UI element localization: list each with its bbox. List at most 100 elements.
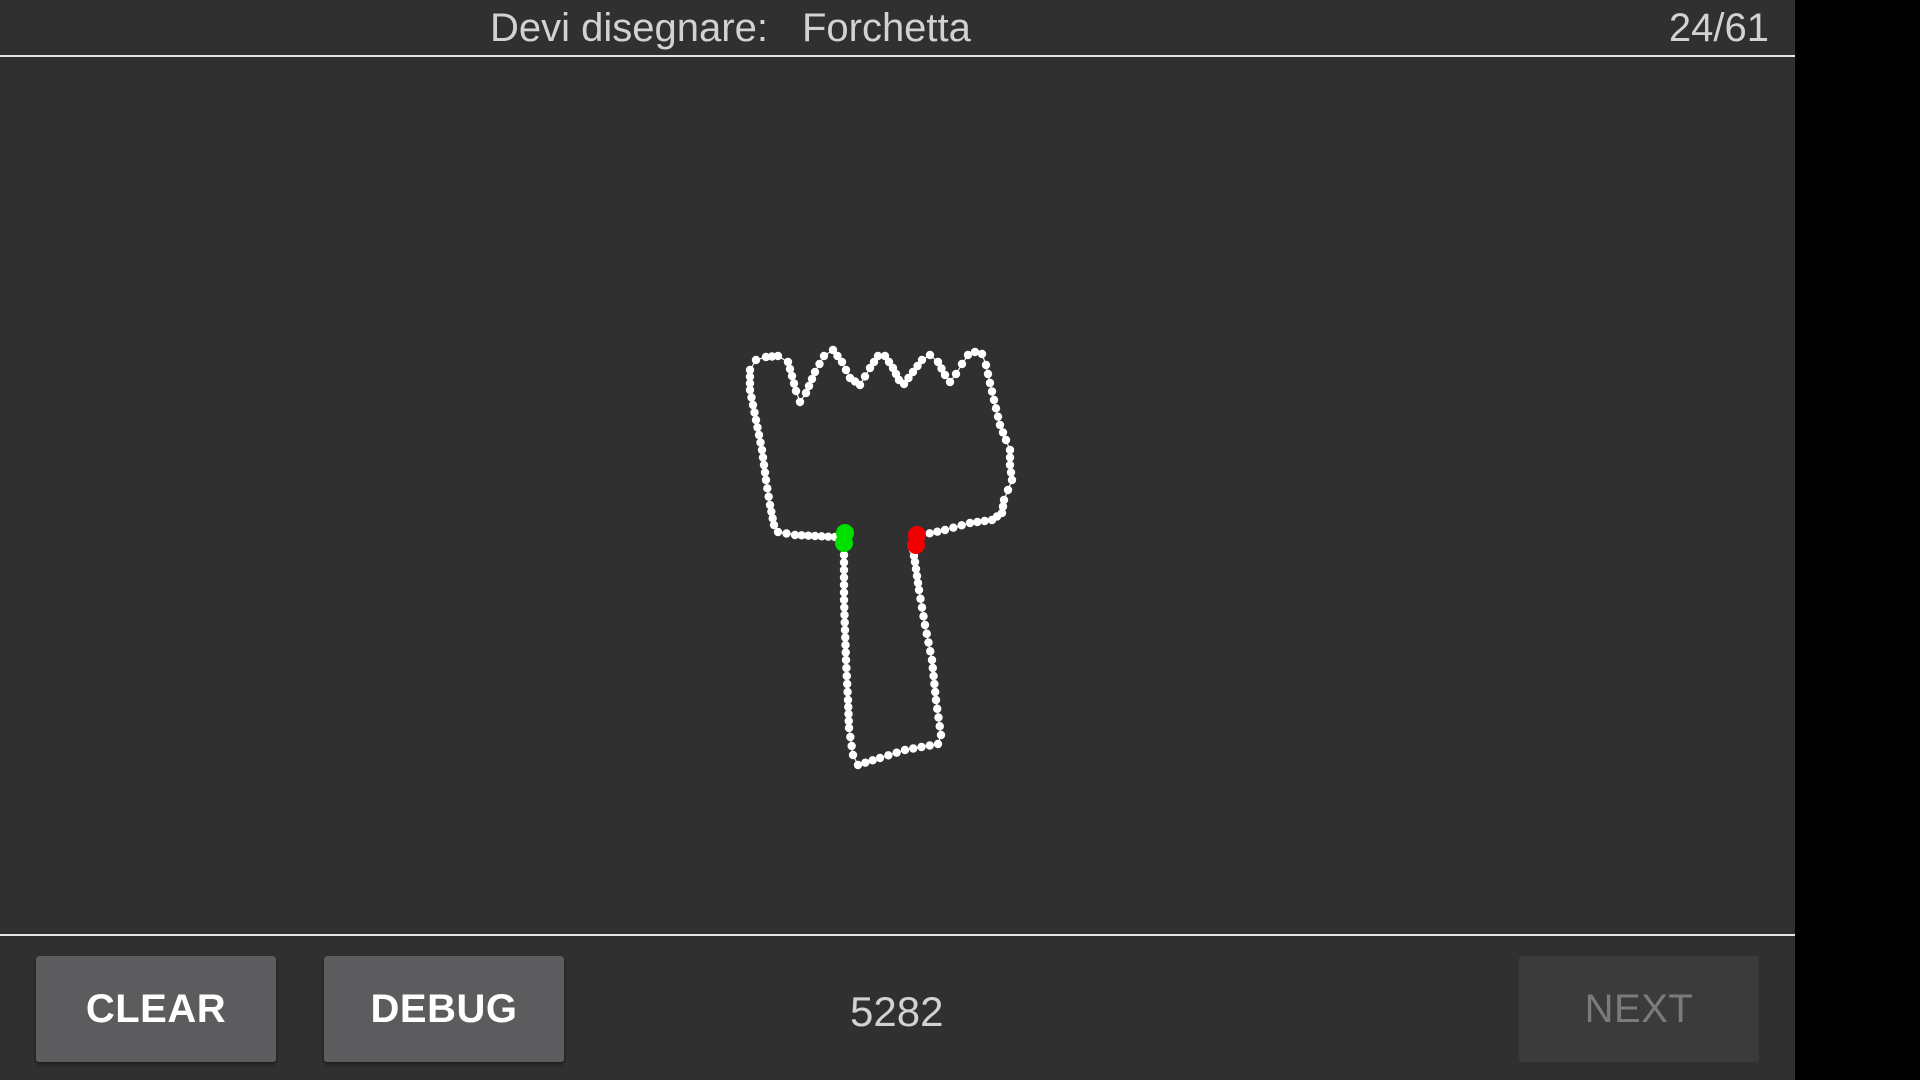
stroke-point xyxy=(841,655,851,665)
clear-button[interactable]: CLEAR xyxy=(36,956,276,1062)
stroke-point xyxy=(758,453,768,462)
stroke-point xyxy=(924,638,933,647)
stroke-point xyxy=(925,529,934,538)
drawing-surface[interactable] xyxy=(0,57,1795,934)
stroke-point xyxy=(926,647,935,656)
stroke-point xyxy=(840,618,849,627)
stroke-point xyxy=(841,365,851,375)
app-window: Devi disegnare: Forchetta 24/61 CLEAR DEB… xyxy=(0,0,1795,1080)
stroke-point xyxy=(995,420,1005,430)
stroke-point xyxy=(931,687,940,697)
stroke-point xyxy=(917,603,927,612)
stroke-point xyxy=(842,671,851,681)
stroke-point xyxy=(791,386,801,396)
stroke-point xyxy=(933,739,943,749)
stroke-point xyxy=(745,385,755,395)
stroke-point xyxy=(839,595,849,605)
drawing-canvas[interactable] xyxy=(0,57,1795,934)
stroke-point xyxy=(847,741,856,751)
stroke-point xyxy=(930,679,939,689)
stroke-point xyxy=(841,648,850,657)
stroke-point xyxy=(860,372,870,381)
stroke-point xyxy=(756,438,765,447)
stroke-point xyxy=(927,655,937,665)
stroke-point xyxy=(839,588,849,597)
stroke-point xyxy=(761,475,771,485)
prompt: Devi disegnare: Forchetta xyxy=(490,6,971,51)
stroke-point xyxy=(840,625,850,635)
stroke-point xyxy=(839,550,849,560)
stroke-point xyxy=(773,527,783,537)
footer-bar: CLEAR DEBUG 5282 NEXT xyxy=(0,934,1795,1080)
stroke-point xyxy=(925,350,935,360)
stroke-point xyxy=(949,523,958,532)
stroke-point xyxy=(957,521,966,530)
stroke-point xyxy=(843,687,852,697)
stroke-point xyxy=(916,594,925,603)
stroke-point xyxy=(861,758,870,767)
stroke-point xyxy=(763,484,772,493)
prompt-word: Forchetta xyxy=(801,6,971,50)
stroke-point xyxy=(993,412,1003,421)
stroke-point xyxy=(998,428,1008,437)
stroke-point xyxy=(936,730,946,740)
sketch-stroke-line xyxy=(749,349,1013,766)
stroke-point xyxy=(795,397,805,407)
stroke-point xyxy=(1005,445,1015,455)
stroke-point xyxy=(957,359,967,369)
stroke-point xyxy=(750,408,759,417)
stroke-point xyxy=(764,492,773,501)
stroke-point xyxy=(840,610,849,620)
stroke-point xyxy=(945,377,955,387)
stroke-point xyxy=(1003,485,1013,495)
stroke-point xyxy=(928,663,937,673)
stroke-point xyxy=(933,527,942,536)
stroke-point xyxy=(989,395,999,405)
sketch-stroke-points xyxy=(745,345,1017,770)
stroke-point xyxy=(892,748,901,757)
stroke-point xyxy=(754,430,764,440)
stroke-point xyxy=(801,388,811,398)
stroke-point xyxy=(935,722,944,731)
stroke-point xyxy=(828,345,838,355)
stroke-point xyxy=(875,753,885,763)
stroke-point xyxy=(931,695,941,705)
stroke-point xyxy=(929,671,938,681)
stroke-point xyxy=(1007,475,1017,485)
stroke-point xyxy=(933,704,942,713)
stroke-point xyxy=(839,565,849,575)
stroke-point xyxy=(839,558,849,567)
stroke-point xyxy=(973,517,982,527)
stroke-point xyxy=(987,387,997,396)
next-button[interactable]: NEXT xyxy=(1519,956,1759,1062)
stroke-point xyxy=(747,393,756,402)
stroke-point xyxy=(900,745,910,755)
stroke-point xyxy=(760,468,770,477)
header-bar: Devi disegnare: Forchetta 24/61 xyxy=(0,0,1795,57)
progress-counter: 24/61 xyxy=(1668,6,1769,50)
stroke-point xyxy=(841,640,850,650)
stroke-point xyxy=(1006,468,1016,477)
stroke-point xyxy=(991,404,1001,413)
stroke-point xyxy=(981,360,991,370)
stroke-point xyxy=(751,415,761,425)
stroke-point xyxy=(965,518,975,528)
stroke-point xyxy=(933,357,943,367)
stroke-point xyxy=(951,369,961,379)
stroke-point xyxy=(841,633,850,642)
stroke-point xyxy=(865,363,875,373)
stroke-point xyxy=(843,679,852,689)
stroke-point xyxy=(940,525,950,535)
stroke-point xyxy=(839,580,849,590)
stroke-point xyxy=(846,732,855,742)
stroke-point xyxy=(759,460,769,470)
stroke-point xyxy=(819,351,829,361)
stroke-point xyxy=(842,663,851,673)
debug-button[interactable]: DEBUG xyxy=(324,956,564,1062)
stroke-point xyxy=(848,750,858,760)
stroke-point xyxy=(839,573,849,582)
stroke-point xyxy=(985,378,995,388)
stroke-point xyxy=(844,723,854,733)
stroke-point xyxy=(983,369,993,379)
stroke-point xyxy=(917,742,926,752)
